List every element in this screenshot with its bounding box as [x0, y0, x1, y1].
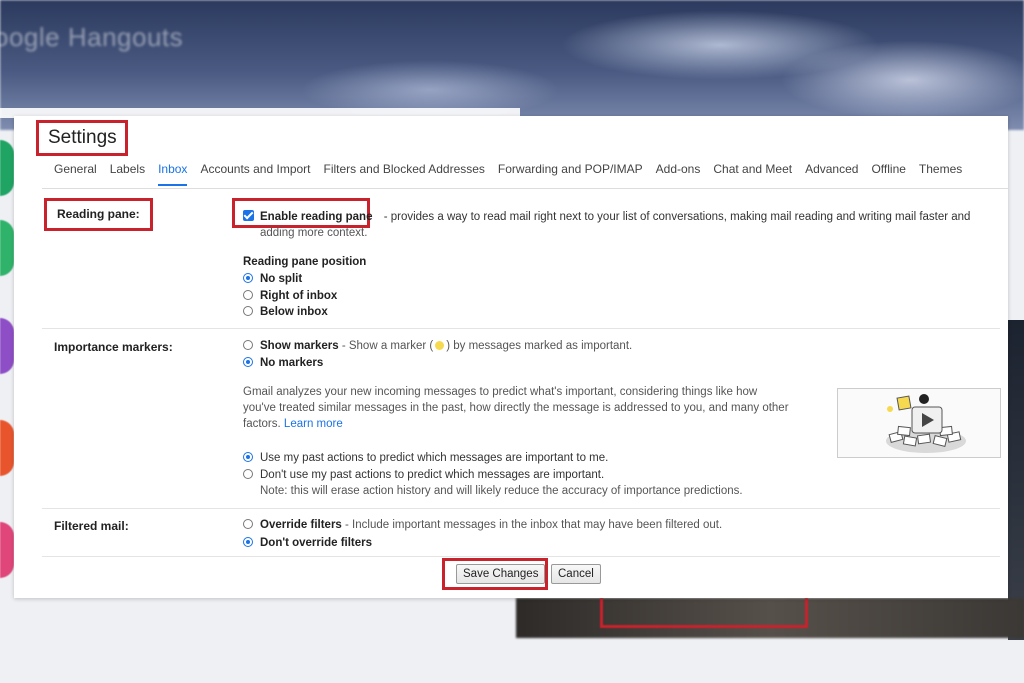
- radio-button[interactable]: [243, 357, 253, 367]
- enable-reading-pane-row: Enable reading pane - provides a way to …: [243, 210, 970, 223]
- background-highlight-box: [600, 598, 808, 628]
- radio-button[interactable]: [243, 340, 253, 350]
- tabs-divider: [42, 188, 1008, 189]
- section-divider: [42, 508, 1000, 509]
- cancel-button[interactable]: Cancel: [551, 564, 601, 584]
- background-tab-stub: [0, 140, 14, 196]
- radio-dont-use-past-actions[interactable]: Don't use my past actions to predict whi…: [243, 469, 604, 481]
- mail-pile-illustration-icon: [886, 394, 966, 453]
- tab-add-ons[interactable]: Add-ons: [656, 162, 701, 186]
- tab-general[interactable]: General: [54, 162, 97, 186]
- importance-analysis-text: Gmail analyzes your new incoming message…: [243, 386, 758, 398]
- background-right-edge: [1008, 320, 1024, 640]
- settings-tabs: General Labels Inbox Accounts and Import…: [54, 162, 975, 186]
- importance-analysis-text: factors. Learn more: [243, 418, 343, 430]
- page-title: Settings: [36, 120, 128, 156]
- reading-pane-description-cont: adding more context.: [260, 227, 368, 239]
- radio-button[interactable]: [243, 469, 253, 479]
- background-app-title: oogle Hangouts: [0, 22, 184, 52]
- importance-note: Note: this will erase action history and…: [260, 485, 743, 497]
- radio-dont-override-filters[interactable]: Don't override filters: [243, 537, 372, 549]
- radio-show-markers[interactable]: Show markers - Show a marker () by messa…: [243, 340, 632, 352]
- importance-analysis-text: you've treated similar messages in the p…: [243, 402, 789, 414]
- background-tab-stub: [0, 522, 14, 578]
- background-tab-stub: [0, 318, 14, 374]
- radio-button[interactable]: [243, 537, 253, 547]
- importance-marker-icon: [435, 341, 445, 350]
- tab-inbox[interactable]: Inbox: [158, 162, 188, 186]
- settings-panel: Settings General Labels Inbox Accounts a…: [14, 116, 1008, 598]
- tab-themes[interactable]: Themes: [919, 162, 962, 186]
- tab-offline[interactable]: Offline: [871, 162, 905, 186]
- radio-button[interactable]: [243, 273, 253, 283]
- reading-pane-position-heading: Reading pane position: [243, 256, 367, 268]
- radio-override-filters[interactable]: Override filters - Include important mes…: [243, 519, 722, 531]
- tab-chat-and-meet[interactable]: Chat and Meet: [713, 162, 792, 186]
- tab-advanced[interactable]: Advanced: [805, 162, 858, 186]
- importance-markers-label: Importance markers:: [54, 340, 173, 354]
- radio-below-inbox[interactable]: Below inbox: [243, 306, 328, 318]
- radio-button[interactable]: [243, 519, 253, 529]
- learn-more-link[interactable]: Learn more: [284, 418, 343, 430]
- radio-button[interactable]: [243, 306, 253, 316]
- tab-accounts-and-import[interactable]: Accounts and Import: [200, 162, 310, 186]
- radio-right-of-inbox[interactable]: Right of inbox: [243, 290, 337, 302]
- section-divider: [42, 328, 1000, 329]
- reading-pane-label: Reading pane:: [44, 198, 153, 231]
- tab-filters-and-blocked-addresses[interactable]: Filters and Blocked Addresses: [324, 162, 485, 186]
- radio-button[interactable]: [243, 452, 253, 462]
- enable-reading-pane-label[interactable]: Enable reading pane: [260, 211, 372, 223]
- radio-no-split[interactable]: No split: [243, 273, 302, 285]
- radio-no-markers[interactable]: No markers: [243, 357, 323, 369]
- radio-button[interactable]: [243, 290, 253, 300]
- importance-illustration: [837, 388, 1001, 458]
- section-divider: [42, 556, 1000, 557]
- background-tab-stub: [0, 220, 14, 276]
- enable-reading-pane-checkbox[interactable]: [243, 210, 254, 221]
- tab-forwarding-and-pop-imap[interactable]: Forwarding and POP/IMAP: [498, 162, 643, 186]
- tab-labels[interactable]: Labels: [110, 162, 145, 186]
- radio-use-past-actions[interactable]: Use my past actions to predict which mes…: [243, 452, 608, 464]
- save-changes-button[interactable]: Save Changes: [456, 564, 546, 584]
- filtered-mail-label: Filtered mail:: [54, 519, 129, 533]
- reading-pane-description: - provides a way to read mail right next…: [383, 211, 971, 223]
- background-tab-stub: [0, 420, 14, 476]
- background-cloud: [780, 40, 1024, 120]
